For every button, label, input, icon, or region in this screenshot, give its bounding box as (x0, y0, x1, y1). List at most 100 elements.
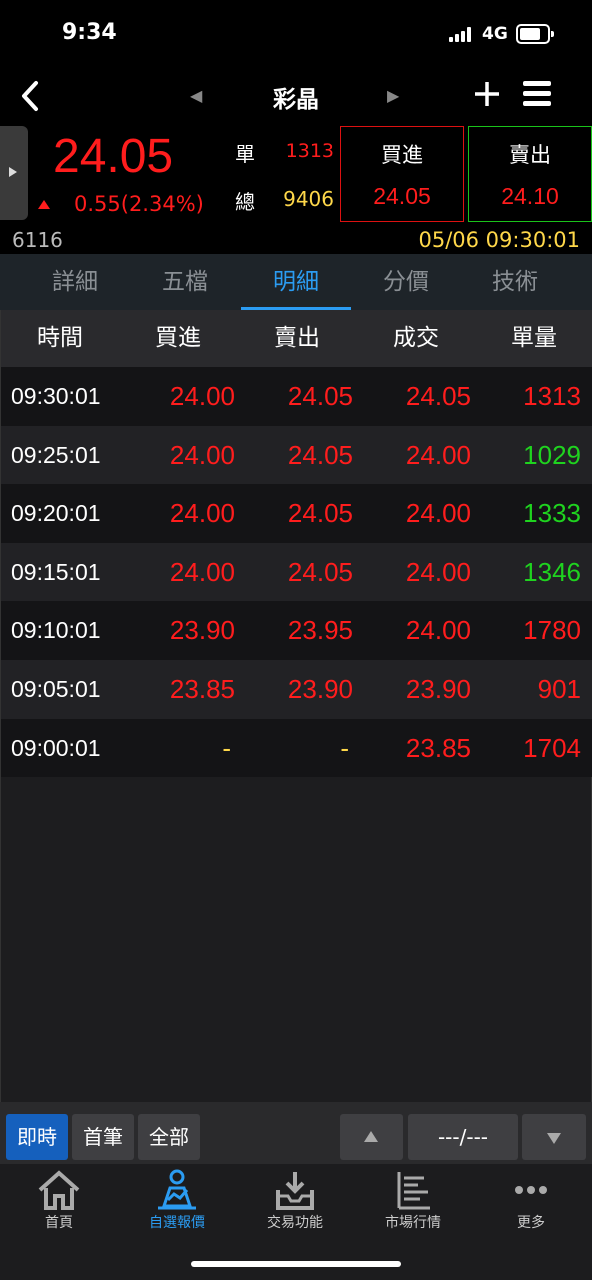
row-ask: 24.05 (287, 498, 353, 529)
row-deal: 24.00 (405, 498, 471, 529)
up-arrow-icon (38, 200, 50, 209)
table-row[interactable]: 09:30:01 24.00 24.05 24.05 1313 (1, 367, 592, 426)
nav-bar: ◀ 彩晶 ▶ (0, 70, 592, 126)
row-deal: 24.05 (405, 381, 471, 411)
buy-label: 買進 (381, 143, 423, 167)
trade-icon (276, 1172, 314, 1210)
row-ask: - (340, 732, 349, 763)
row-bid: 24.00 (169, 439, 235, 470)
row-bid: 23.90 (169, 615, 235, 646)
tab-five-levels[interactable]: 五檔 (130, 254, 240, 310)
row-volume: 1780 (523, 615, 581, 646)
tabbar-market[interactable]: 市場行情 (354, 1164, 472, 1244)
row-volume: 1333 (523, 498, 581, 529)
header-bid: 買進 (155, 325, 201, 351)
row-ask: 24.05 (287, 381, 353, 411)
sell-label: 賣出 (509, 143, 551, 167)
table-row[interactable]: 09:10:01 23.90 23.95 24.00 1780 (1, 601, 592, 660)
row-bid: 24.00 (169, 381, 235, 411)
tabbar-home-label: 首頁 (45, 1215, 73, 1231)
header-deal: 成交 (393, 325, 439, 351)
price-change: 0.55(2.34%) (74, 192, 204, 216)
tabbar-trade-label: 交易功能 (267, 1215, 323, 1231)
buy-price: 24.05 (373, 183, 431, 209)
status-time: 9:34 (62, 20, 117, 45)
table-row[interactable]: 09:25:01 24.00 24.05 24.00 1029 (1, 425, 592, 485)
add-icon[interactable] (472, 78, 502, 110)
menu-icon[interactable] (522, 78, 552, 108)
row-bid: 24.00 (169, 498, 235, 529)
watchlist-icon (158, 1169, 196, 1210)
row-volume: 1346 (523, 556, 581, 587)
tab-details[interactable]: 詳細 (20, 254, 130, 310)
page-indicator: ---/--- (408, 1114, 518, 1160)
prev-stock-icon[interactable]: ◀ (190, 86, 202, 105)
side-drawer-handle[interactable] (0, 126, 28, 220)
status-bar: 9:34 4G (0, 0, 592, 70)
row-ask: 23.95 (287, 615, 353, 646)
last-price: 24.05 (53, 130, 174, 183)
tabbar-watchlist[interactable]: 自選報價 (118, 1164, 236, 1244)
row-time: 09:25:01 (11, 441, 101, 468)
row-bid: - (222, 732, 231, 763)
buy-button[interactable]: 買進 24.05 (340, 126, 464, 222)
single-volume-value: 1313 (285, 140, 334, 162)
row-time: 09:05:01 (11, 676, 101, 702)
table-row[interactable]: 09:05:01 23.85 23.90 23.90 901 (1, 660, 592, 719)
row-deal: 23.90 (405, 674, 471, 704)
table-row[interactable]: 09:00:01 - - 23.85 1704 (1, 718, 592, 778)
home-indicator[interactable] (191, 1261, 401, 1267)
signal-icon (449, 26, 473, 42)
network-type: 4G (482, 24, 508, 44)
row-bid: 24.00 (169, 556, 235, 587)
row-time: 09:10:01 (11, 617, 101, 644)
row-deal: 23.85 (405, 732, 471, 763)
stock-title: 彩晶 (273, 87, 319, 113)
table-row[interactable]: 09:20:01 24.00 24.05 24.00 1333 (1, 484, 592, 543)
tabbar-more-label: 更多 (517, 1215, 545, 1231)
tab-ticks[interactable]: 明細 (241, 254, 351, 310)
tabbar-more[interactable]: 更多 (472, 1164, 590, 1244)
realtime-button[interactable]: 即時 (6, 1114, 68, 1160)
expand-icon (9, 167, 17, 177)
table-row[interactable]: 09:15:01 24.00 24.05 24.00 1346 (1, 542, 592, 602)
row-time: 09:20:01 (11, 500, 101, 527)
single-volume-label: 單 (235, 142, 255, 166)
tick-table: 時間 買進 賣出 成交 單量 09:30:01 24.00 24.05 24.05 13… (0, 310, 592, 1102)
tabbar-trade[interactable]: 交易功能 (236, 1164, 354, 1244)
market-icon (397, 1172, 430, 1210)
all-records-button[interactable]: 全部 (138, 1114, 200, 1160)
header-volume: 單量 (511, 325, 557, 351)
row-deal: 24.00 (405, 556, 471, 587)
row-ask: 24.05 (287, 439, 353, 470)
tabbar-home[interactable]: 首頁 (0, 1164, 118, 1244)
row-time: 09:30:01 (11, 383, 101, 409)
table-controls: 即時 首筆 全部 ---/--- (0, 1102, 592, 1164)
back-icon[interactable] (16, 78, 46, 114)
row-volume: 1704 (523, 732, 581, 763)
row-time: 09:15:01 (11, 558, 101, 585)
next-stock-icon[interactable]: ▶ (387, 86, 399, 105)
stock-code: 6116 (12, 228, 63, 252)
total-volume-value: 9406 (283, 187, 334, 211)
table-header: 時間 買進 賣出 成交 單量 (1, 310, 592, 367)
more-icon (515, 1186, 547, 1194)
tabbar-market-label: 市場行情 (385, 1215, 441, 1231)
total-volume-label: 總 (235, 190, 255, 214)
tab-technical[interactable]: 技術 (460, 254, 570, 310)
tab-price-distribution[interactable]: 分價 (351, 254, 461, 310)
sell-button[interactable]: 賣出 24.10 (468, 126, 592, 222)
first-record-button[interactable]: 首筆 (72, 1114, 134, 1160)
battery-icon (516, 24, 554, 44)
detail-tabs: 詳細 五檔 明細 分價 技術 (0, 254, 592, 310)
row-deal: 24.00 (405, 439, 471, 470)
quote-panel: 24.05 0.55(2.34%) 單 1313 總 9406 買進 24.05… (0, 126, 592, 254)
tabbar-watchlist-label: 自選報價 (149, 1215, 205, 1231)
header-time: 時間 (37, 325, 83, 351)
up-arrow-icon (364, 1131, 378, 1142)
row-volume: 1313 (523, 381, 581, 411)
row-bid: 23.85 (169, 674, 235, 704)
row-ask: 23.90 (287, 674, 353, 704)
row-volume: 1029 (523, 439, 581, 470)
row-ask: 24.05 (287, 556, 353, 587)
